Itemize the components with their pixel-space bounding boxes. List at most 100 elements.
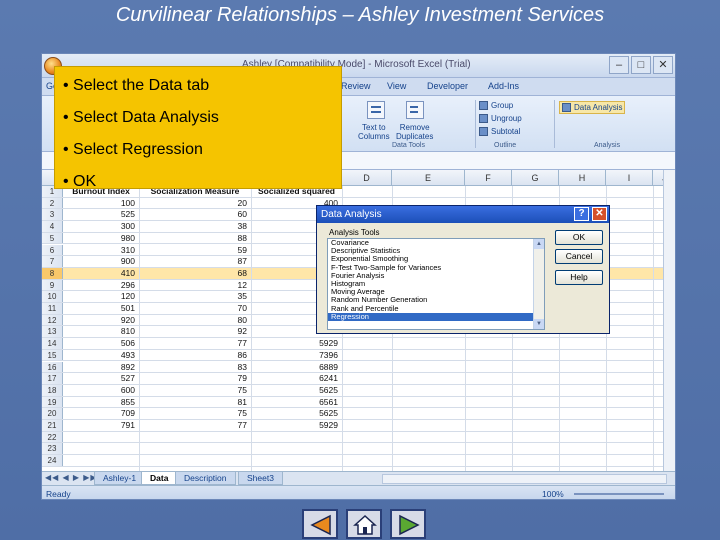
vertical-scrollbar[interactable] xyxy=(663,170,675,471)
table-row[interactable]: 23 xyxy=(42,443,675,456)
table-cell[interactable]: 81 xyxy=(139,397,251,408)
tab-review[interactable]: Review xyxy=(341,81,371,91)
table-cell[interactable]: 100 xyxy=(63,198,139,209)
table-cell[interactable]: 77 xyxy=(139,420,251,431)
table-cell[interactable]: 75 xyxy=(139,408,251,419)
dialog-close-icon[interactable]: ✕ xyxy=(592,207,607,221)
table-cell[interactable]: 791 xyxy=(63,420,139,431)
table-cell[interactable]: 12 xyxy=(139,280,251,291)
table-cell[interactable]: 35 xyxy=(139,291,251,302)
table-cell[interactable]: 527 xyxy=(63,373,139,384)
column-header-h[interactable]: H xyxy=(559,170,606,186)
listbox-scrollbar[interactable]: ▲ ▼ xyxy=(533,239,544,329)
row-number[interactable]: 23 xyxy=(42,443,63,455)
row-number[interactable]: 5 xyxy=(42,232,63,244)
row-number[interactable]: 17 xyxy=(42,373,63,384)
table-cell[interactable]: 6561 xyxy=(251,397,342,408)
row-number[interactable]: 2 xyxy=(42,197,63,209)
close-window-button[interactable]: ✕ xyxy=(653,56,673,74)
table-cell[interactable]: 5625 xyxy=(251,385,342,396)
row-number[interactable]: 4 xyxy=(42,221,63,232)
table-cell[interactable]: 68 xyxy=(139,268,251,279)
help-button[interactable]: Help xyxy=(555,270,603,285)
table-cell[interactable]: 300 xyxy=(63,221,139,232)
column-header-i[interactable]: I xyxy=(606,170,653,186)
row-number[interactable]: 15 xyxy=(42,349,63,361)
table-cell[interactable]: 83 xyxy=(139,362,251,373)
table-row[interactable]: 24 xyxy=(42,455,675,467)
table-cell[interactable]: 920 xyxy=(63,315,139,326)
table-cell[interactable]: 506 xyxy=(63,338,139,349)
table-cell[interactable]: 855 xyxy=(63,397,139,408)
row-number[interactable]: 14 xyxy=(42,338,63,349)
list-item-selected[interactable]: Regression xyxy=(328,312,544,322)
row-number[interactable]: 13 xyxy=(42,326,63,338)
table-cell[interactable]: 709 xyxy=(63,408,139,419)
scroll-up-icon[interactable]: ▲ xyxy=(534,239,544,249)
row-number[interactable]: 3 xyxy=(42,209,63,221)
table-cell[interactable]: 6241 xyxy=(251,373,342,384)
table-row[interactable]: 21 791 77 5929 xyxy=(42,420,675,432)
horizontal-scrollbar[interactable] xyxy=(382,474,667,484)
table-cell[interactable]: 79 xyxy=(139,373,251,384)
table-cell[interactable]: 20 xyxy=(139,198,251,209)
row-number[interactable]: 8 xyxy=(42,267,63,279)
next-slide-button[interactable] xyxy=(390,509,426,539)
maximize-button[interactable]: □ xyxy=(631,56,651,74)
cancel-button[interactable]: Cancel xyxy=(555,249,603,264)
ungroup-button[interactable]: Ungroup xyxy=(479,114,522,124)
scroll-down-icon[interactable]: ▼ xyxy=(534,319,544,329)
previous-slide-button[interactable] xyxy=(302,509,338,539)
data-analysis-button[interactable]: Data Analysis xyxy=(559,101,626,115)
table-cell[interactable]: 5929 xyxy=(251,338,342,349)
sheet-tab-data[interactable]: Data xyxy=(141,472,178,485)
table-cell[interactable]: 77 xyxy=(139,338,251,349)
table-cell[interactable]: 92 xyxy=(139,326,251,337)
table-row[interactable]: 22 xyxy=(42,431,675,444)
column-header-g[interactable]: G xyxy=(512,170,559,186)
table-cell[interactable]: 900 xyxy=(63,256,139,267)
table-row[interactable]: 14 506 77 5929 xyxy=(42,338,675,350)
table-cell[interactable]: 70 xyxy=(139,303,251,314)
table-cell[interactable]: 501 xyxy=(63,303,139,314)
column-header-e[interactable]: E xyxy=(392,170,465,186)
table-cell[interactable]: 525 xyxy=(63,209,139,220)
row-number[interactable]: 7 xyxy=(42,256,63,267)
row-number[interactable]: 9 xyxy=(42,279,63,291)
tab-view[interactable]: View xyxy=(387,81,406,91)
table-cell[interactable]: 7396 xyxy=(251,350,342,361)
table-row[interactable]: 18 600 75 5625 xyxy=(42,384,675,397)
table-cell[interactable]: 87 xyxy=(139,256,251,267)
table-cell[interactable]: 810 xyxy=(63,326,139,337)
table-row[interactable]: 17 527 79 6241 xyxy=(42,373,675,385)
table-cell[interactable]: 5625 xyxy=(251,408,342,419)
minimize-button[interactable]: – xyxy=(609,56,629,74)
table-cell[interactable]: 59 xyxy=(139,245,251,256)
sheet-nav-arrows-icon[interactable]: ◀◀ ◀ ▶ ▶▶ xyxy=(45,473,98,482)
table-cell[interactable]: 60 xyxy=(139,209,251,220)
table-cell[interactable]: 410 xyxy=(63,268,139,279)
subtotal-button[interactable]: Subtotal xyxy=(479,127,520,137)
table-cell[interactable]: 980 xyxy=(63,233,139,244)
table-row[interactable]: 16 892 83 6889 xyxy=(42,361,675,374)
table-cell[interactable]: 296 xyxy=(63,280,139,291)
ok-button[interactable]: OK xyxy=(555,230,603,245)
row-number[interactable]: 20 xyxy=(42,408,63,419)
row-number[interactable]: 19 xyxy=(42,396,63,408)
group-button[interactable]: Group xyxy=(479,101,513,111)
row-number[interactable]: 21 xyxy=(42,420,63,431)
column-header-d[interactable]: D xyxy=(342,170,392,186)
row-number[interactable]: 10 xyxy=(42,291,63,302)
sheet-tab-sheet3[interactable]: Sheet3 xyxy=(238,472,283,485)
table-cell[interactable]: 88 xyxy=(139,233,251,244)
table-cell[interactable]: 5929 xyxy=(251,420,342,431)
remove-duplicates-button[interactable]: Remove Duplicates xyxy=(396,123,433,141)
tab-developer[interactable]: Developer xyxy=(427,81,468,91)
zoom-slider[interactable] xyxy=(574,493,664,495)
table-cell[interactable]: 493 xyxy=(63,350,139,361)
table-cell[interactable]: 38 xyxy=(139,221,251,232)
table-cell[interactable]: 86 xyxy=(139,350,251,361)
dialog-help-icon[interactable]: ? xyxy=(574,207,589,221)
table-cell[interactable]: 6889 xyxy=(251,362,342,373)
table-cell[interactable]: 120 xyxy=(63,291,139,302)
